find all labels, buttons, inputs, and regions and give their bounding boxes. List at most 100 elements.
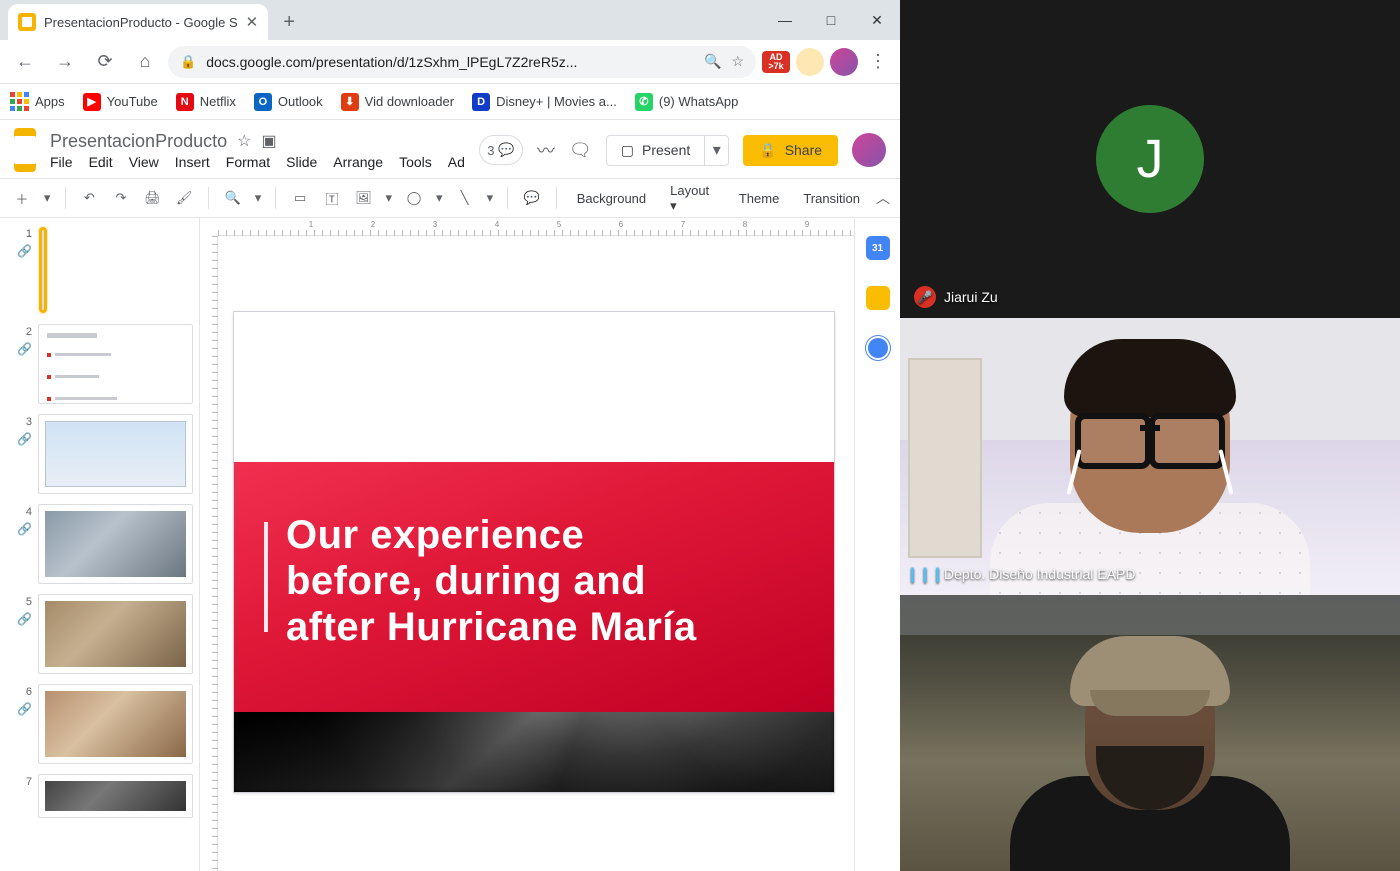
bookmark-outlook[interactable]: O Outlook <box>254 93 323 111</box>
bookmark-star-icon[interactable]: ☆ <box>731 53 744 70</box>
tasks-sidepanel-icon[interactable] <box>866 336 890 360</box>
present-label: Present <box>642 142 690 158</box>
participant-name: Depto. Diseño Industrial EAPD <box>944 566 1135 582</box>
window-minimize-button[interactable]: — <box>762 0 808 40</box>
slide-thumb-6[interactable] <box>38 684 193 764</box>
address-bar[interactable]: 🔒 docs.google.com/presentation/d/1zSxhm_… <box>168 46 756 78</box>
menu-tools[interactable]: Tools <box>399 154 432 170</box>
image-button[interactable]: 🖼 <box>352 185 376 211</box>
ruler-vertical <box>200 236 218 871</box>
shape-button[interactable]: ◯ <box>402 185 426 211</box>
tab-close-icon[interactable]: ✕ <box>246 13 259 31</box>
menu-file[interactable]: File <box>50 154 73 170</box>
slide-title-textbox[interactable]: Our experience before, during and after … <box>264 512 794 650</box>
line-button[interactable]: ╲ <box>453 185 477 211</box>
menu-arrange[interactable]: Arrange <box>333 154 383 170</box>
bookmark-label: Apps <box>35 94 65 109</box>
menu-addons[interactable]: Ad <box>448 154 465 170</box>
paint-format-button[interactable]: 🖌 <box>172 185 196 211</box>
participant-video-placeholder <box>1000 636 1300 871</box>
account-avatar[interactable] <box>852 133 886 167</box>
collapse-toolbar-icon[interactable]: ︿ <box>876 188 890 208</box>
bookmark-youtube[interactable]: ▶ YouTube <box>83 93 158 111</box>
chrome-tab-title: PresentacionProducto - Google S <box>44 15 238 30</box>
present-button[interactable]: ▢ Present ▾ <box>606 135 729 166</box>
youtube-icon: ▶ <box>83 93 101 111</box>
chrome-menu-button[interactable]: ⋮ <box>864 51 892 72</box>
present-icon: ▢ <box>621 142 634 159</box>
menu-bar: File Edit View Insert Format Slide Arran… <box>50 154 465 170</box>
slide-canvas[interactable]: Our experience before, during and after … <box>234 312 834 792</box>
participant-tile-2[interactable]: ❙❙❙ Depto. Diseño Industrial EAPD <box>900 318 1400 595</box>
slides-logo-icon[interactable] <box>14 128 36 172</box>
window-close-button[interactable]: ✕ <box>854 0 900 40</box>
line-dropdown-icon[interactable]: ▾ <box>484 185 495 211</box>
move-to-folder-icon[interactable]: ▣ <box>261 131 276 151</box>
undo-button[interactable]: ↶ <box>77 185 101 211</box>
zoom-button[interactable]: 🔍 <box>221 185 245 211</box>
transition-button[interactable]: Transition <box>795 191 868 206</box>
slide-thumb-4[interactable] <box>38 504 193 584</box>
chrome-profile-avatar[interactable] <box>830 48 858 76</box>
slide-filmstrip[interactable]: 1🔗 Our experience before, during and aft… <box>0 218 200 871</box>
comments-icon[interactable]: 🗨 <box>569 140 592 161</box>
shape-dropdown-icon[interactable]: ▾ <box>434 185 445 211</box>
slide-thumb-2[interactable] <box>38 324 193 404</box>
window-controls: — □ ✕ <box>762 0 900 40</box>
home-button[interactable]: ⌂ <box>128 45 162 79</box>
layout-button[interactable]: Layout ▾ <box>662 183 723 214</box>
menu-slide[interactable]: Slide <box>286 154 317 170</box>
menu-view[interactable]: View <box>129 154 159 170</box>
new-slide-button[interactable]: ＋ <box>10 185 34 211</box>
comment-button[interactable]: 💬 <box>520 185 544 211</box>
bookmark-disney[interactable]: D Disney+ | Movies a... <box>472 93 617 111</box>
side-panel: 31 <box>854 218 900 871</box>
calendar-sidepanel-icon[interactable]: 31 <box>866 236 890 260</box>
select-tool-button[interactable]: ▭ <box>288 185 312 211</box>
reload-button[interactable]: ⟳ <box>88 45 122 79</box>
extension-adblock-icon[interactable]: AD>7k <box>762 51 790 73</box>
window-maximize-button[interactable]: □ <box>808 0 854 40</box>
new-tab-button[interactable]: + <box>274 7 304 37</box>
document-title[interactable]: PresentacionProducto <box>50 131 227 152</box>
present-dropdown-icon[interactable]: ▾ <box>704 136 728 165</box>
slide-thumb-1[interactable]: Our experience before, during and after … <box>42 230 44 310</box>
zoom-dropdown-icon[interactable]: ▾ <box>253 185 264 211</box>
background-button[interactable]: Background <box>569 191 654 206</box>
slide-thumb-7[interactable] <box>38 774 193 818</box>
menu-format[interactable]: Format <box>226 154 270 170</box>
keep-sidepanel-icon[interactable] <box>866 286 890 310</box>
bookmark-label: Netflix <box>200 94 236 109</box>
image-dropdown-icon[interactable]: ▾ <box>383 185 394 211</box>
bookmark-vid-downloader[interactable]: ⬇ Vid downloader <box>341 93 454 111</box>
url-text: docs.google.com/presentation/d/1zSxhm_lP… <box>206 54 694 70</box>
redo-button[interactable]: ↷ <box>109 185 133 211</box>
disney-icon: D <box>472 93 490 111</box>
collaborators-count-button[interactable]: 3 💬 <box>479 135 523 165</box>
theme-button[interactable]: Theme <box>731 191 787 206</box>
bookmark-label: Vid downloader <box>365 94 454 109</box>
star-document-icon[interactable]: ☆ <box>237 131 251 151</box>
search-in-page-icon[interactable]: 🔍 <box>704 53 721 70</box>
bookmark-netflix[interactable]: N Netflix <box>176 93 236 111</box>
share-button[interactable]: 🔒 Share <box>743 135 838 166</box>
activity-icon[interactable]: 〰 <box>537 137 555 163</box>
participant-tile-3[interactable] <box>900 595 1400 871</box>
speaker-notes-icon: 🔗 <box>17 244 32 258</box>
new-slide-dropdown-icon[interactable]: ▾ <box>42 185 53 211</box>
apps-grid-icon <box>10 92 29 111</box>
extension-2-icon[interactable] <box>796 48 824 76</box>
participant-tile-1[interactable]: J 🎤 Jiarui Zu <box>900 0 1400 318</box>
menu-insert[interactable]: Insert <box>175 154 210 170</box>
bookmark-apps[interactable]: Apps <box>10 92 65 111</box>
print-button[interactable]: 🖨 <box>141 185 165 211</box>
slide-thumb-3[interactable] <box>38 414 193 494</box>
bookmark-label: Outlook <box>278 94 323 109</box>
chrome-tab-active[interactable]: PresentacionProducto - Google S ✕ <box>8 4 268 40</box>
forward-button[interactable]: → <box>48 45 82 79</box>
bookmark-whatsapp[interactable]: ✆ (9) WhatsApp <box>635 93 738 111</box>
back-button[interactable]: ← <box>8 45 42 79</box>
menu-edit[interactable]: Edit <box>89 154 113 170</box>
slide-thumb-5[interactable] <box>38 594 193 674</box>
textbox-button[interactable]: 🅃 <box>320 185 344 211</box>
